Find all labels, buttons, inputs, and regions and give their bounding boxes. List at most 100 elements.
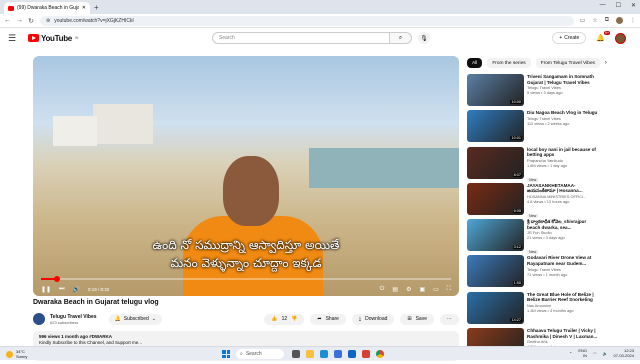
recommendation-meta: 4.8 views • 13 hours ago xyxy=(527,199,600,204)
recommendation-item[interactable]: 10:01 Diu Nagoa Beach Vlog in Telugu Tel… xyxy=(467,110,600,146)
taskbar-search[interactable]: ⌕ Search xyxy=(236,349,284,359)
wifi-icon[interactable]: ◠ xyxy=(593,351,597,356)
task-view-icon[interactable] xyxy=(292,350,300,358)
like-button[interactable]: 👍 12 👎 xyxy=(264,314,304,325)
pause-icon[interactable]: ❚❚ xyxy=(41,286,51,293)
weather-widget[interactable]: 34°C Sunny xyxy=(6,349,27,359)
back-icon[interactable]: ← xyxy=(4,17,10,24)
notification-badge: 9+ xyxy=(604,31,610,35)
tab-title: (99) Dwaraka Beach in Gujarat... xyxy=(17,5,79,11)
tray-chevron-icon[interactable]: ⌃ xyxy=(569,351,572,356)
recommendation-title[interactable]: JAYASANKHETAMAA-జయసంకేతామా | Hosanna... xyxy=(527,183,600,194)
video-player[interactable]: ఉంది నో సముద్రాన్ని ఆస్వాదిస్తూ అయితే మన… xyxy=(33,56,459,296)
download-button[interactable]: ⤓ Download xyxy=(352,314,394,325)
miniplayer-icon[interactable]: ▣ xyxy=(419,286,425,293)
channel-avatar[interactable] xyxy=(33,313,45,325)
recommendation-title[interactable]: Triveni Sangamam in Somnath Gujarat | Te… xyxy=(527,74,600,85)
duration-badge: 10:01 xyxy=(510,136,522,140)
settings-gear-icon[interactable]: ⚙ xyxy=(406,286,411,293)
maximize-icon[interactable]: ☐ xyxy=(616,2,621,9)
search-button[interactable]: ⌕ xyxy=(390,32,412,44)
share-button[interactable]: ➦ Share xyxy=(310,314,346,325)
cast-icon[interactable]: ▭ xyxy=(580,17,586,24)
clock[interactable]: 12:23 07-03-2024 xyxy=(614,348,634,358)
channel-info: Telugu Travel Vibes 623 subscribers xyxy=(50,314,97,325)
thumbs-down-icon[interactable]: 👎 xyxy=(291,316,297,322)
autoplay-toggle-icon[interactable]: ⏻ xyxy=(380,286,385,293)
reload-icon[interactable]: ↻ xyxy=(28,17,34,25)
photos-icon[interactable] xyxy=(362,350,370,358)
search-input[interactable]: Search xyxy=(212,32,390,44)
recommendation-info: శ్రీ ద్వారకాధీశ కోవెల_shivrajpur beach d… xyxy=(527,219,600,255)
video-thumbnail[interactable]: 14:27 xyxy=(467,292,524,324)
edge-icon[interactable] xyxy=(320,350,328,358)
windows-start-icon[interactable] xyxy=(222,350,230,358)
minimize-icon[interactable]: — xyxy=(600,2,606,9)
speaker-icon[interactable]: 🔈 xyxy=(603,351,608,356)
tab-close-icon[interactable]: ✕ xyxy=(82,5,86,11)
recommendation-item[interactable]: 8:07 local boy nani in jail because of b… xyxy=(467,147,600,183)
recommendation-title[interactable]: Chhaava Telugu Trailer | Vicky | Rashmik… xyxy=(527,328,600,339)
recommendation-item[interactable]: 3:12 శ్రీ ద్వారకాధీశ కోవెల_shivrajpur be… xyxy=(467,219,600,255)
recommendation-info: The Great Blue Hole of Belize | Belize B… xyxy=(527,292,600,328)
voice-search-icon[interactable]: 🎙 xyxy=(418,32,430,44)
chrome-icon[interactable] xyxy=(376,350,384,358)
video-thumbnail[interactable]: 6:05 xyxy=(467,183,524,215)
notifications-bell-icon[interactable]: 🔔9+ xyxy=(596,34,605,42)
chip-all[interactable]: All xyxy=(467,58,482,68)
extensions-icon[interactable]: ⧉ xyxy=(605,17,609,24)
like-count: 12 xyxy=(282,316,288,322)
progress-bar[interactable] xyxy=(41,278,451,280)
profile-icon[interactable] xyxy=(616,17,623,24)
more-actions-button[interactable]: ⋯ xyxy=(440,314,459,325)
save-button[interactable]: ⊞ Save xyxy=(400,314,434,325)
recommendation-title[interactable]: The Great Blue Hole of Belize | Belize B… xyxy=(527,292,600,303)
mail-icon[interactable] xyxy=(348,350,356,358)
hamburger-menu-icon[interactable]: ☰ xyxy=(8,33,22,44)
subscriber-count: 623 subscribers xyxy=(50,320,97,325)
recommendation-item[interactable]: 1:50 Godavari River Drone View at Rayapa… xyxy=(467,255,600,291)
close-window-icon[interactable]: ✕ xyxy=(631,2,636,9)
recommendation-title[interactable]: local boy nani in jail because of bettin… xyxy=(527,147,600,158)
create-button[interactable]: + Create xyxy=(552,32,586,44)
download-label: Download xyxy=(365,316,387,322)
chips-next-icon[interactable]: › xyxy=(605,58,607,68)
bookmark-star-icon[interactable]: ☆ xyxy=(592,17,597,24)
subscribed-button[interactable]: 🔔 Subscribed ⌄ xyxy=(109,314,162,325)
scrubber-handle[interactable] xyxy=(54,276,60,282)
duration-badge: 8:07 xyxy=(513,173,522,177)
new-tab-icon[interactable]: + xyxy=(94,2,99,14)
video-thumbnail[interactable]: 10:01 xyxy=(467,110,524,142)
weather-desc: Sunny xyxy=(16,354,27,359)
account-avatar[interactable] xyxy=(615,33,626,44)
video-thumbnail[interactable]: 10:00 xyxy=(467,74,524,106)
forward-icon[interactable]: → xyxy=(16,17,22,24)
file-explorer-icon[interactable] xyxy=(306,350,314,358)
captions-icon[interactable]: ▤ xyxy=(392,286,398,293)
search-icon: ⌕ xyxy=(399,35,402,42)
site-info-icon[interactable]: ⊜ xyxy=(46,18,50,24)
volume-icon[interactable]: 🔊 xyxy=(72,286,79,293)
theater-mode-icon[interactable]: ▭ xyxy=(433,286,439,293)
browser-tab[interactable]: (99) Dwaraka Beach in Gujarat... ✕ xyxy=(4,2,90,14)
fullscreen-icon[interactable]: ⛶ xyxy=(447,286,451,293)
url-field[interactable]: ⊜ youtube.com/watch?v=jXGjKZHICkI xyxy=(40,16,574,26)
video-thumbnail[interactable]: 1:50 xyxy=(467,255,524,287)
browser-menu-icon[interactable]: ⋮ xyxy=(630,17,636,24)
recommendation-item[interactable]: 6:05 JAYASANKHETAMAA-జయసంకేతామా | Hosann… xyxy=(467,183,600,219)
video-thumbnail[interactable]: 8:07 xyxy=(467,147,524,179)
next-icon[interactable]: ⏭ xyxy=(59,286,64,293)
recommendation-title[interactable]: శ్రీ ద్వారకాధీశ కోవెల_shivrajpur beach d… xyxy=(527,219,600,230)
duration-badge: 3:12 xyxy=(513,245,522,249)
store-icon[interactable] xyxy=(334,350,342,358)
recommendation-item[interactable]: 14:27 The Great Blue Hole of Belize | Be… xyxy=(467,292,600,328)
language-indicator[interactable]: ENG IN xyxy=(578,348,587,358)
bell-icon: 🔔 xyxy=(115,316,121,322)
video-thumbnail[interactable]: 3:12 xyxy=(467,219,524,251)
chip-from-channel[interactable]: From Telugu Travel Vibes xyxy=(536,58,600,68)
youtube-logo[interactable]: YouTube IN xyxy=(28,34,78,43)
recommendation-title[interactable]: Godavari River Drone View at Rayapatnam … xyxy=(527,255,600,266)
channel-name[interactable]: Telugu Travel Vibes xyxy=(50,314,97,320)
chip-from-series[interactable]: From the series xyxy=(487,58,530,68)
recommendation-item[interactable]: 10:00 Triveni Sangamam in Somnath Gujara… xyxy=(467,74,600,110)
